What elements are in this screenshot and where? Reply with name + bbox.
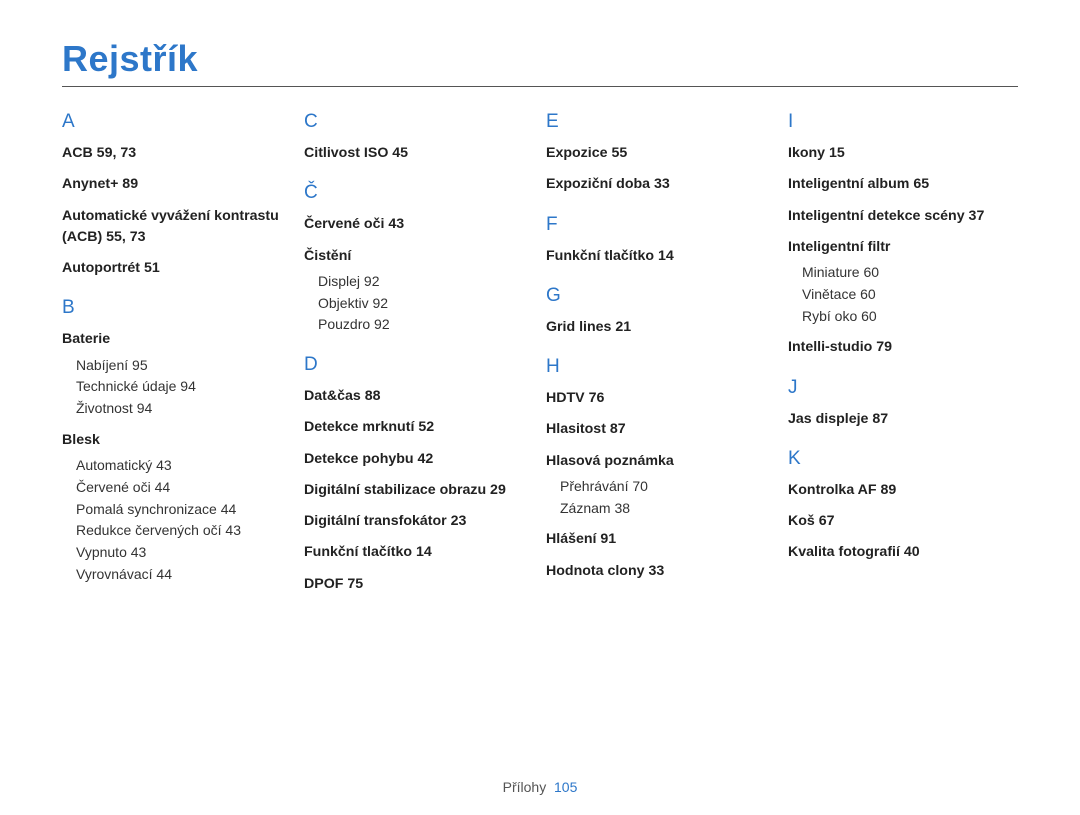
index-columns: A ACB 59, 73 Anynet+ 89 Automatické vyvá… [62,111,1018,595]
index-entry: Blesk [62,430,292,451]
index-col-3: E Expozice 55 Expoziční doba 33 F Funkčn… [546,111,776,595]
index-entry[interactable]: Automatické vyvážení kontrastu (ACB) 55,… [62,206,292,249]
letter-heading: C [304,111,534,133]
index-entry[interactable]: Inteligentní album 65 [788,174,1018,195]
index-sublist: Automatický 43 Červené oči 44 Pomalá syn… [62,455,292,585]
index-entry[interactable]: Funkční tlačítko 14 [304,542,534,563]
index-subentry[interactable]: Životnost 94 [76,398,292,420]
index-subentry[interactable]: Objektiv 92 [318,293,534,315]
index-entry[interactable]: Inteligentní detekce scény 37 [788,206,1018,227]
index-entry[interactable]: HDTV 76 [546,388,776,409]
index-subentry[interactable]: Záznam 38 [560,498,776,520]
index-entry[interactable]: Detekce mrknutí 52 [304,417,534,438]
footer-label: Přílohy [503,779,547,795]
index-entry[interactable]: Intelli-studio 79 [788,337,1018,358]
footer-page-number: 105 [554,779,577,795]
index-entry[interactable]: Anynet+ 89 [62,174,292,195]
letter-heading: E [546,111,776,133]
index-subentry[interactable]: Redukce červených očí 43 [76,520,292,542]
letter-heading: J [788,377,1018,399]
index-entry[interactable]: Grid lines 21 [546,317,776,338]
title-rule [62,86,1018,87]
index-subentry[interactable]: Vinětace 60 [802,284,1018,306]
letter-heading: F [546,214,776,236]
index-subentry[interactable]: Pomalá synchronizace 44 [76,499,292,521]
index-entry[interactable]: Digitální stabilizace obrazu 29 [304,480,534,501]
index-subentry[interactable]: Miniature 60 [802,262,1018,284]
index-entry[interactable]: ACB 59, 73 [62,143,292,164]
index-subentry[interactable]: Přehrávání 70 [560,476,776,498]
letter-heading: I [788,111,1018,133]
index-col-1: A ACB 59, 73 Anynet+ 89 Automatické vyvá… [62,111,292,595]
index-entry[interactable]: Hlasitost 87 [546,419,776,440]
index-sublist: Přehrávání 70 Záznam 38 [546,476,776,519]
letter-heading: G [546,285,776,307]
index-page: Rejstřík A ACB 59, 73 Anynet+ 89 Automat… [0,0,1080,815]
index-entry[interactable]: Jas displeje 87 [788,409,1018,430]
letter-heading: Č [304,182,534,204]
index-sublist: Displej 92 Objektiv 92 Pouzdro 92 [304,271,534,336]
index-entry[interactable]: Koš 67 [788,511,1018,532]
page-footer: Přílohy 105 [0,779,1080,795]
index-subentry[interactable]: Vyrovnávací 44 [76,564,292,586]
index-entry[interactable]: Kvalita fotografií 40 [788,542,1018,563]
index-entry[interactable]: Ikony 15 [788,143,1018,164]
index-subentry[interactable]: Technické údaje 94 [76,376,292,398]
letter-heading: B [62,297,292,319]
page-title: Rejstřík [62,38,1018,80]
index-sublist: Nabíjení 95 Technické údaje 94 Životnost… [62,355,292,420]
index-col-4: I Ikony 15 Inteligentní album 65 Intelig… [788,111,1018,595]
index-entry[interactable]: Detekce pohybu 42 [304,449,534,470]
index-entry: Čistění [304,246,534,267]
index-subentry[interactable]: Vypnuto 43 [76,542,292,564]
index-entry: Inteligentní filtr [788,237,1018,258]
index-entry[interactable]: Červené oči 43 [304,214,534,235]
index-subentry[interactable]: Nabíjení 95 [76,355,292,377]
letter-heading: H [546,356,776,378]
index-subentry[interactable]: Červené oči 44 [76,477,292,499]
index-subentry[interactable]: Rybí oko 60 [802,306,1018,328]
index-entry[interactable]: Funkční tlačítko 14 [546,246,776,267]
index-col-2: C Citlivost ISO 45 Č Červené oči 43 Čist… [304,111,534,595]
index-entry: Hlasová poznámka [546,451,776,472]
index-subentry[interactable]: Displej 92 [318,271,534,293]
index-entry[interactable]: Expozice 55 [546,143,776,164]
index-entry[interactable]: Digitální transfokátor 23 [304,511,534,532]
index-entry[interactable]: Kontrolka AF 89 [788,480,1018,501]
index-entry[interactable]: Autoportrét 51 [62,258,292,279]
index-entry[interactable]: Expoziční doba 33 [546,174,776,195]
index-entry[interactable]: Citlivost ISO 45 [304,143,534,164]
index-entry[interactable]: DPOF 75 [304,574,534,595]
letter-heading: A [62,111,292,133]
index-subentry[interactable]: Pouzdro 92 [318,314,534,336]
index-subentry[interactable]: Automatický 43 [76,455,292,477]
letter-heading: D [304,354,534,376]
index-entry: Baterie [62,329,292,350]
index-entry[interactable]: Dat&čas 88 [304,386,534,407]
letter-heading: K [788,448,1018,470]
index-sublist: Miniature 60 Vinětace 60 Rybí oko 60 [788,262,1018,327]
index-entry[interactable]: Hodnota clony 33 [546,561,776,582]
index-entry[interactable]: Hlášení 91 [546,529,776,550]
